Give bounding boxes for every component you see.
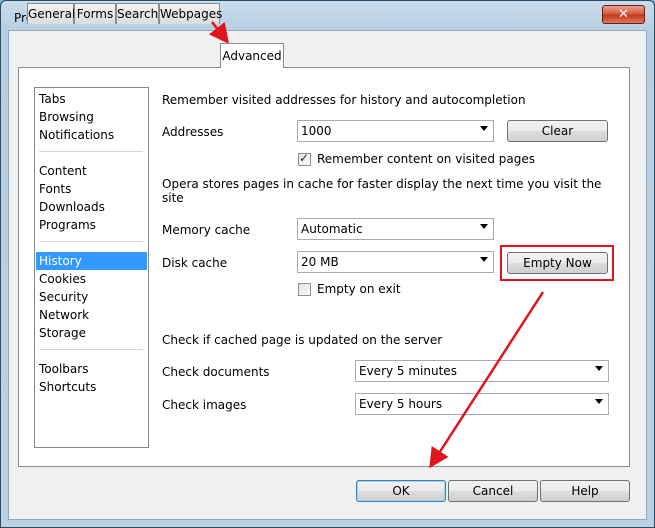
arrow-to-ok-button [429, 291, 545, 469]
tab-label: Advanced [222, 49, 282, 63]
arrow-to-advanced-tab [208, 21, 230, 44]
tab-advanced[interactable]: Advanced [220, 43, 284, 68]
annotation-arrows [208, 21, 545, 469]
